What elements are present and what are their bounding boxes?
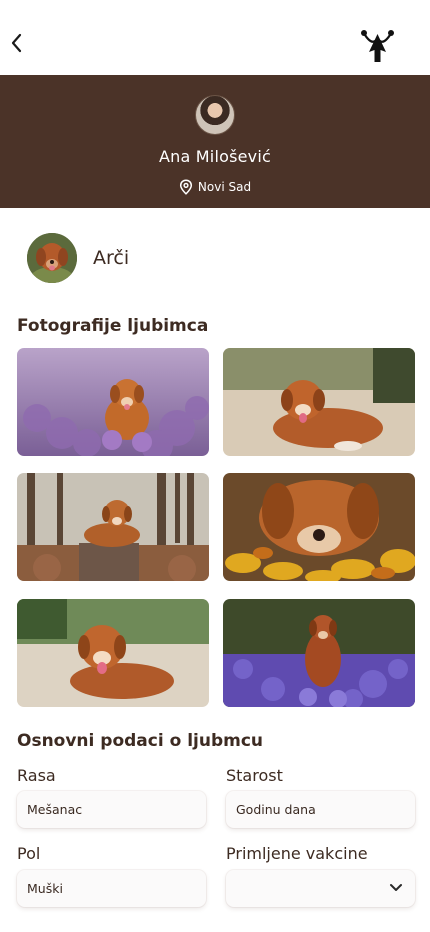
app-logo-icon: [360, 28, 396, 66]
pet-photo[interactable]: [17, 473, 209, 581]
pet-name: Arči: [93, 247, 130, 269]
age-label: Starost: [226, 766, 283, 785]
pet-photo[interactable]: [223, 473, 415, 581]
owner-location: Novi Sad: [0, 179, 430, 195]
age-field[interactable]: Godinu dana: [226, 791, 415, 828]
owner-profile-banner: Ana Milošević Novi Sad: [0, 75, 430, 208]
chevron-left-icon: [11, 33, 22, 53]
sex-field[interactable]: Muški: [17, 870, 206, 907]
details-section-title: Osnovni podaci o ljubmcu: [17, 731, 264, 751]
top-bar: [0, 0, 430, 75]
pet-avatar[interactable]: [27, 233, 77, 283]
breed-field[interactable]: Mešanac: [17, 791, 206, 828]
photos-section-title: Fotografije ljubimca: [17, 316, 209, 336]
owner-name: Ana Milošević: [159, 147, 271, 166]
owner-avatar[interactable]: [195, 95, 235, 135]
pet-header: Arči: [27, 233, 129, 283]
pet-photo[interactable]: [17, 348, 209, 456]
pet-photo[interactable]: [223, 599, 415, 707]
chevron-down-icon: [390, 884, 402, 891]
pet-photo[interactable]: [223, 348, 415, 456]
location-label: Novi Sad: [197, 180, 252, 194]
pet-photo[interactable]: [17, 599, 209, 707]
vaccines-select[interactable]: [226, 870, 415, 907]
breed-label: Rasa: [17, 766, 56, 785]
sex-label: Pol: [17, 844, 41, 863]
location-pin-icon: [179, 179, 192, 195]
vaccines-label: Primljene vakcine: [226, 844, 368, 863]
back-button[interactable]: [6, 30, 28, 56]
